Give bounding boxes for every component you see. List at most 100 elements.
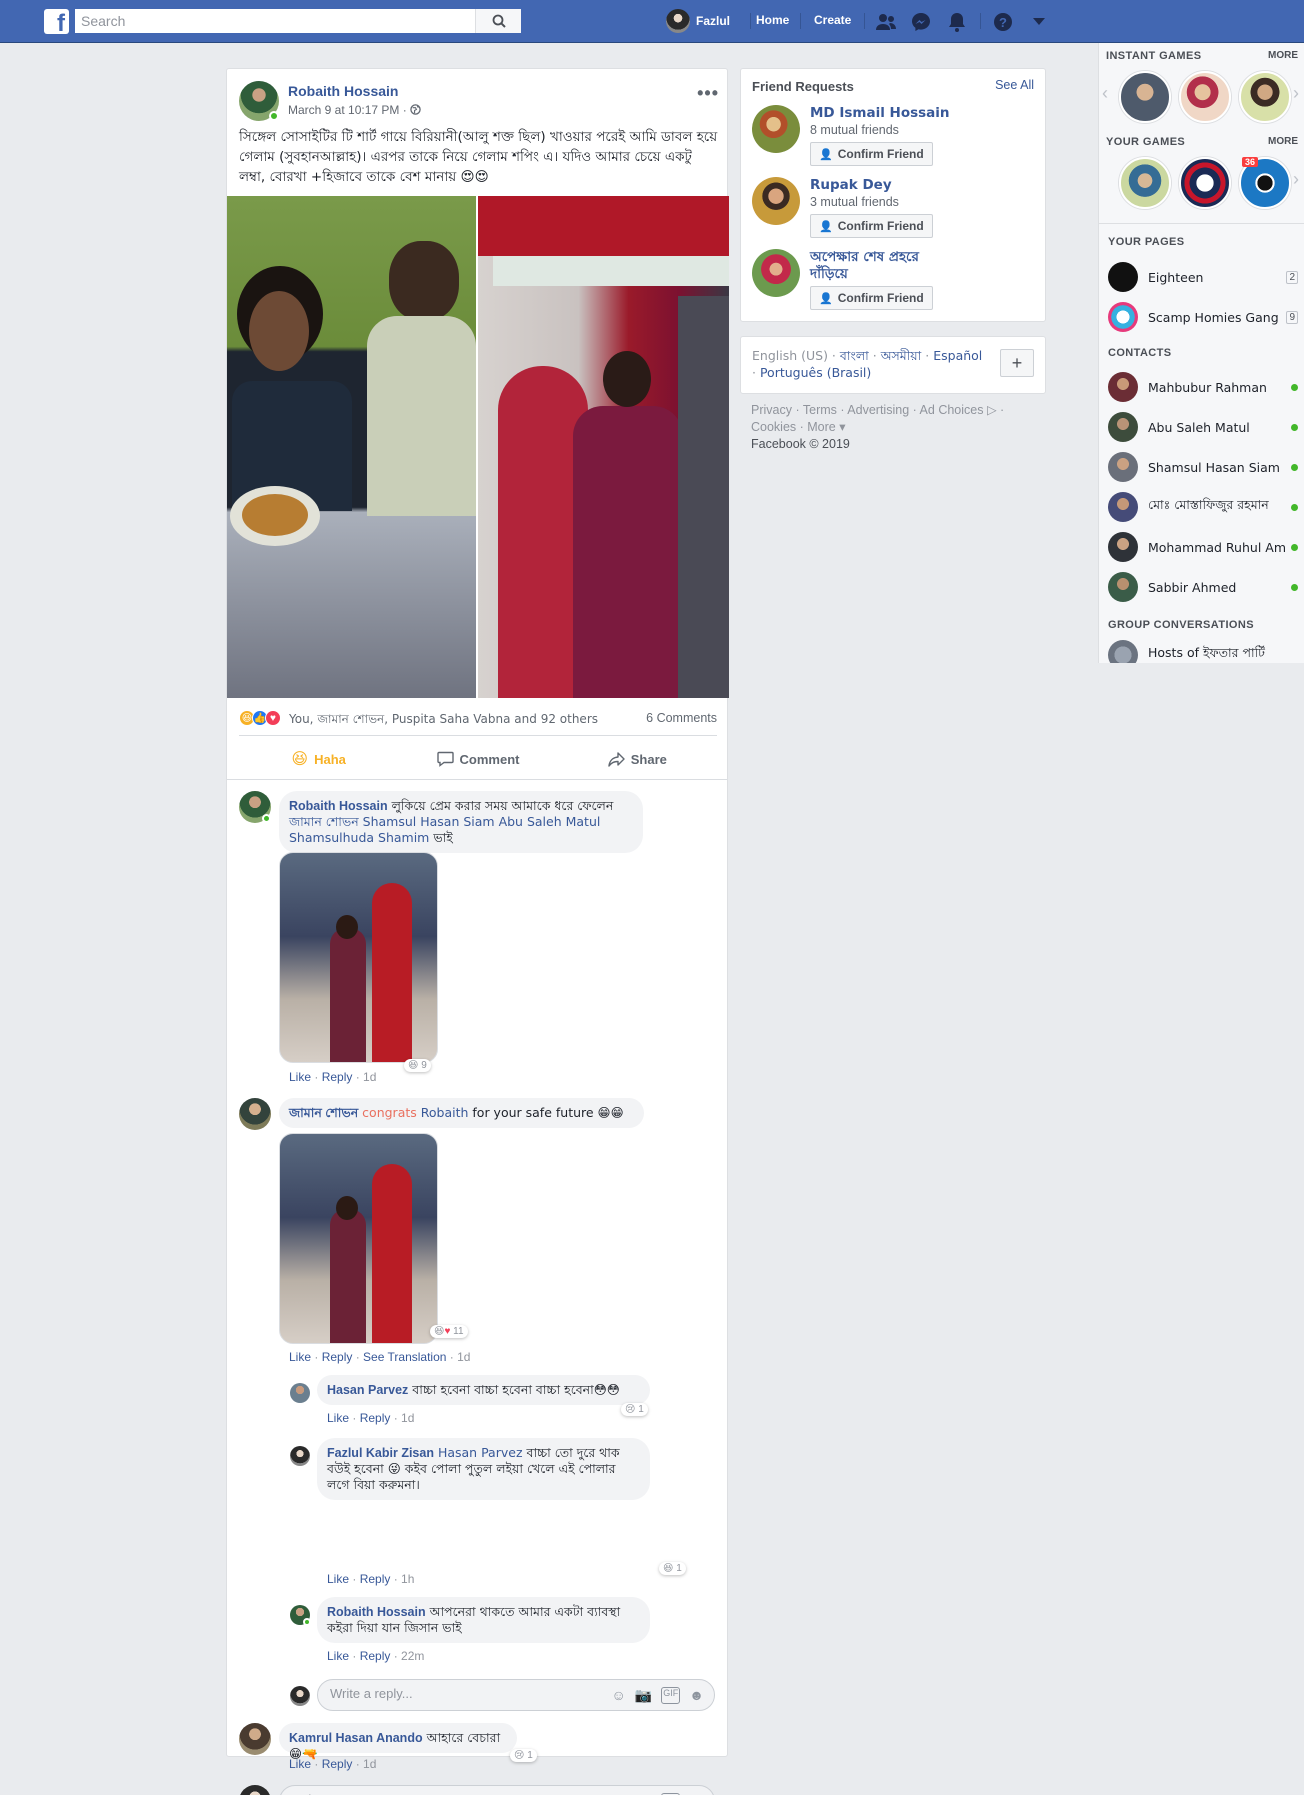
friend-request-avatar[interactable] [752, 105, 800, 153]
language-option[interactable]: অসমীয়া [881, 348, 922, 363]
contact-item[interactable]: Sabbir Ahmed [1108, 571, 1298, 603]
instant-game-3[interactable] [1239, 71, 1291, 123]
reply-comment-link[interactable]: Reply [322, 1070, 353, 1084]
comments-count[interactable]: 6 Comments [646, 711, 717, 725]
reply-author[interactable]: Fazlul Kabir Zisan [327, 1446, 434, 1460]
comment-date[interactable]: 1d [363, 1070, 376, 1084]
messenger-icon[interactable] [910, 11, 932, 33]
sticker-icon[interactable]: ☻ [689, 1687, 704, 1704]
confirm-friend-button[interactable]: 👤 Confirm Friend [810, 286, 933, 310]
comment-photo[interactable] [279, 1133, 438, 1344]
notifications-icon[interactable] [946, 11, 968, 33]
reply-reply-link[interactable]: Reply [360, 1649, 391, 1663]
reply-reaction-count[interactable]: 😆 1 [659, 1562, 686, 1575]
page-item-eighteen[interactable]: Eighteen 2 [1108, 261, 1298, 293]
commenter-avatar[interactable] [239, 1098, 271, 1130]
group-conversation-item[interactable]: Hosts of ইফতার পার্টি [1108, 639, 1298, 663]
search-input[interactable] [75, 9, 475, 33]
post-photo-2[interactable] [478, 196, 729, 698]
home-link[interactable]: Home [756, 13, 789, 27]
instant-games-more-link[interactable]: MORE [1268, 50, 1298, 61]
contact-item[interactable]: মোঃ মোস্তাফিজুর রহমান [1108, 491, 1298, 523]
post-photo-1[interactable] [227, 196, 476, 698]
mutual-friends[interactable]: 8 mutual friends [810, 123, 899, 137]
footer-links-2[interactable]: Cookies · More ▾ [751, 419, 1041, 436]
friend-request-name[interactable]: MD Ismail Hossain [810, 105, 950, 121]
your-game-1[interactable] [1119, 157, 1171, 209]
reply-author[interactable]: Robaith Hossain [327, 1605, 426, 1619]
mutual-friends[interactable]: 3 mutual friends [810, 195, 899, 209]
reply-input[interactable] [330, 1686, 580, 1701]
friend-request-name[interactable]: অপেক্ষার শেষ প্রহরে দাঁড়িয়ে [810, 249, 960, 283]
emoji-icon[interactable]: ☺ [612, 1687, 626, 1704]
contact-item[interactable]: Mahbubur Rahman [1108, 371, 1298, 403]
your-games-more-link[interactable]: MORE [1268, 136, 1298, 147]
post-timestamp[interactable]: March 9 at 10:17 PM · [288, 103, 421, 117]
reaction-icons[interactable]: 😆 👍 ♥ [239, 710, 281, 726]
comment-date[interactable]: 1d [363, 1757, 376, 1771]
friend-request-name[interactable]: Rupak Dey [810, 177, 892, 193]
reactors-list[interactable]: You, জামান শোভন, Puspita Saha Vabna and … [289, 711, 598, 731]
comment-author[interactable]: Robaith Hossain [289, 799, 388, 813]
help-icon[interactable]: ? [992, 11, 1014, 33]
comment-reaction-count[interactable]: 😆 9 [404, 1059, 431, 1072]
comment-reaction-count[interactable]: 😢 1 [510, 1749, 537, 1762]
friend-request-avatar[interactable] [752, 177, 800, 225]
comment-reaction-count[interactable]: 😆 ♥ 11 [430, 1325, 468, 1338]
comment-date[interactable]: 1d [457, 1350, 470, 1364]
chevron-left-icon[interactable]: ‹ [1102, 83, 1108, 104]
gif-icon[interactable]: GIF [661, 1687, 681, 1704]
chevron-right-icon[interactable]: › [1293, 83, 1299, 104]
share-button[interactable]: Share [558, 741, 717, 777]
language-option[interactable]: বাংলা [840, 348, 869, 363]
haha-button[interactable]: 😆 Haha [239, 741, 398, 777]
like-reply-link[interactable]: Like [327, 1411, 349, 1425]
confirm-friend-button[interactable]: 👤 Confirm Friend [810, 142, 933, 166]
friend-requests-icon[interactable] [875, 11, 897, 33]
footer-links[interactable]: Privacy · Terms · Advertising · Ad Choic… [751, 402, 1041, 419]
tagged-person[interactable]: Robaith [421, 1105, 469, 1120]
instant-game-2[interactable] [1179, 71, 1231, 123]
reply-date[interactable]: 1d [401, 1411, 414, 1425]
replier-avatar[interactable] [290, 1383, 310, 1403]
like-reply-link[interactable]: Like [327, 1572, 349, 1586]
commenter-avatar[interactable] [239, 1723, 271, 1755]
like-comment-link[interactable]: Like [289, 1757, 311, 1771]
confirm-friend-button[interactable]: 👤 Confirm Friend [810, 214, 933, 238]
see-translation-link[interactable]: See Translation [363, 1350, 446, 1364]
contact-item[interactable]: Mohammad Ruhul Amin [1108, 531, 1298, 563]
comment-author[interactable]: Kamrul Hasan Anando [289, 1731, 423, 1745]
reply-comment-link[interactable]: Reply [322, 1350, 353, 1364]
contact-item[interactable]: Abu Saleh Matul [1108, 411, 1298, 443]
page-item-scamp-homies-gang[interactable]: Scamp Homies Gang 9 [1108, 301, 1298, 333]
reply-author[interactable]: Hasan Parvez [327, 1383, 408, 1397]
create-link[interactable]: Create [814, 13, 851, 27]
reply-reply-link[interactable]: Reply [360, 1411, 391, 1425]
add-language-button[interactable]: + [1000, 349, 1034, 377]
reply-comment-link[interactable]: Reply [322, 1757, 353, 1771]
like-comment-link[interactable]: Like [289, 1350, 311, 1364]
post-author[interactable]: Robaith Hossain [288, 83, 398, 99]
camera-icon[interactable]: 📷 [635, 1687, 652, 1704]
poker-game[interactable] [1179, 157, 1231, 209]
see-all-link[interactable]: See All [995, 78, 1034, 92]
comment-button[interactable]: Comment [398, 741, 557, 777]
facebook-logo[interactable]: f [44, 9, 69, 34]
reply-date[interactable]: 1h [401, 1572, 414, 1586]
profile-link[interactable]: Fazlul [666, 8, 730, 34]
instant-game-1[interactable] [1119, 71, 1171, 123]
reply-reaction-count[interactable]: 😢 1 [621, 1403, 648, 1416]
contact-item[interactable]: Shamsul Hasan Siam [1108, 451, 1298, 483]
post-options-icon[interactable]: ••• [697, 83, 719, 104]
comment-photo[interactable] [279, 852, 438, 1063]
friend-request-avatar[interactable] [752, 249, 800, 297]
reply-reply-link[interactable]: Reply [360, 1572, 391, 1586]
reply-date[interactable]: 22m [401, 1649, 424, 1663]
replier-avatar[interactable] [290, 1446, 310, 1466]
tagged-person[interactable]: Hasan Parvez [438, 1445, 523, 1460]
language-option[interactable]: Español [933, 348, 982, 363]
language-option[interactable]: Português (Brasil) [760, 365, 871, 380]
comment-author[interactable]: জামান শোভন [289, 1106, 358, 1120]
like-comment-link[interactable]: Like [289, 1070, 311, 1084]
like-reply-link[interactable]: Like [327, 1649, 349, 1663]
